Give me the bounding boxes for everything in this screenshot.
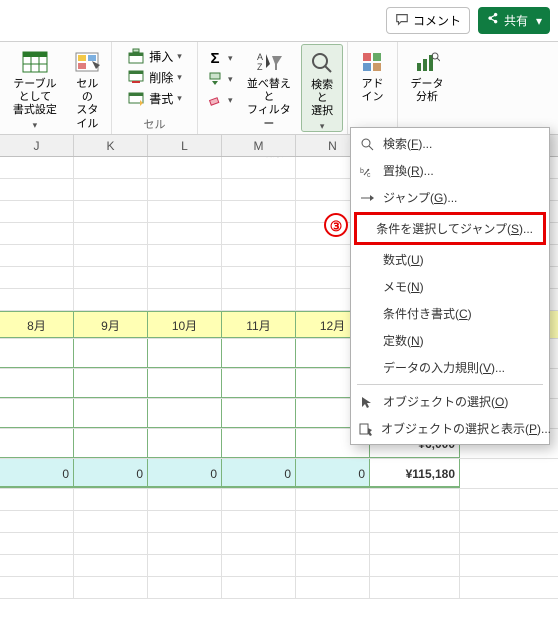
menu-replace[interactable]: bc 置換(R)...	[351, 157, 549, 184]
col-header[interactable]: L	[148, 135, 222, 156]
menu-formulas-label: 数式(U)	[383, 251, 424, 268]
menu-notes[interactable]: メモ(N)	[351, 273, 549, 300]
month-cell[interactable]: 9月	[74, 311, 148, 338]
chevron-down-icon: ▾	[228, 95, 233, 106]
sort-filter-label: 並べ替えと フィルター	[243, 78, 296, 131]
month-cell[interactable]: 11月	[222, 311, 296, 338]
menu-data-validation[interactable]: データの入力規則(V)...	[351, 354, 549, 381]
menu-find[interactable]: 検索(F)...	[351, 130, 549, 157]
cell-styles-label: セルの スタイル	[72, 78, 103, 131]
svg-text:c: c	[367, 172, 371, 178]
format-as-table-button[interactable]: テーブルとして 書式設定 ▾	[4, 44, 66, 130]
magnifier-icon	[359, 136, 375, 152]
sort-filter-button[interactable]: AZ 並べ替えと フィルター ▾	[239, 44, 300, 144]
clear-button[interactable]: ▾	[202, 90, 237, 110]
arrow-right-icon	[359, 190, 375, 206]
chevron-down-icon: ▾	[228, 74, 233, 85]
insert-label: 挿入	[149, 48, 173, 65]
cells-group-label: セル	[144, 116, 166, 134]
find-select-button[interactable]: 検索と 選択 ▾	[301, 44, 343, 132]
cell-styles-button[interactable]: セルの スタイル ▾	[68, 44, 107, 144]
chevron-down-icon: ▾	[177, 51, 182, 62]
autosum-button[interactable]: Σ ▾	[202, 48, 237, 68]
eraser-icon	[206, 91, 224, 109]
menu-goto-special[interactable]: 条件を選択してジャンプ(S)...	[354, 212, 546, 245]
data-analysis-label: データ 分析	[411, 78, 444, 104]
comment-icon	[395, 12, 409, 29]
total-cell[interactable]: 0	[148, 459, 222, 488]
share-icon	[486, 12, 500, 29]
delete-label: 削除	[149, 69, 173, 86]
replace-icon: bc	[359, 163, 375, 179]
menu-formulas[interactable]: 数式(U)	[351, 246, 549, 273]
sigma-icon: Σ	[206, 49, 224, 67]
addins-button[interactable]: アド イン	[355, 44, 391, 104]
chevron-down-icon: ▾	[33, 120, 38, 131]
menu-goto-label: ジャンプ(G)...	[383, 189, 457, 206]
chevron-down-icon: ▾	[177, 72, 182, 83]
chevron-down-icon: ▾	[320, 121, 325, 132]
menu-notes-label: メモ(N)	[383, 278, 424, 295]
selection-pane-icon	[359, 421, 373, 437]
menu-select-objects-label: オブジェクトの選択(O)	[383, 393, 508, 410]
grand-total-cell[interactable]: ¥115,180	[370, 459, 460, 488]
format-button[interactable]: 書式 ▾	[123, 88, 186, 108]
delete-icon	[127, 68, 145, 86]
menu-constants[interactable]: 定数(N)	[351, 327, 549, 354]
col-header[interactable]: J	[0, 135, 74, 156]
menu-conditional-label: 条件付き書式(C)	[383, 305, 472, 322]
format-as-table-label: テーブルとして 書式設定	[8, 78, 62, 118]
chevron-down-icon: ▾	[536, 14, 542, 28]
totals-row: 0 0 0 0 0 ¥115,180	[0, 459, 558, 489]
insert-button[interactable]: 挿入 ▾	[123, 46, 186, 66]
total-cell[interactable]: 0	[0, 459, 74, 488]
comments-button[interactable]: コメント	[386, 7, 470, 34]
data-analysis-icon	[413, 48, 441, 76]
addins-label: アド イン	[362, 78, 384, 104]
menu-separator	[357, 384, 543, 385]
menu-validation-label: データの入力規則(V)...	[383, 359, 505, 376]
fill-down-icon	[206, 70, 224, 88]
insert-icon	[127, 47, 145, 65]
share-button[interactable]: 共有 ▾	[478, 7, 550, 34]
menu-find-label: 検索(F)...	[383, 135, 432, 152]
addins-icon	[359, 48, 387, 76]
menu-goto[interactable]: ジャンプ(G)...	[351, 184, 549, 211]
col-header[interactable]: M	[222, 135, 296, 156]
menu-constants-label: 定数(N)	[383, 332, 424, 349]
annotation-marker-3: ③	[324, 213, 348, 237]
col-header[interactable]: K	[74, 135, 148, 156]
comments-label: コメント	[413, 12, 461, 29]
cursor-icon	[359, 394, 375, 410]
format-label: 書式	[149, 90, 173, 107]
total-cell[interactable]: 0	[296, 459, 370, 488]
find-select-menu: 検索(F)... bc 置換(R)... ジャンプ(G)... 条件を選択してジ…	[350, 127, 550, 445]
cell-styles-icon	[73, 48, 101, 76]
month-cell[interactable]: 8月	[0, 311, 74, 338]
month-cell[interactable]: 10月	[148, 311, 222, 338]
total-cell[interactable]: 0	[74, 459, 148, 488]
menu-select-objects[interactable]: オブジェクトの選択(O)	[351, 388, 549, 415]
share-label: 共有	[504, 12, 528, 29]
menu-conditional-formatting[interactable]: 条件付き書式(C)	[351, 300, 549, 327]
svg-text:A: A	[257, 52, 263, 62]
chevron-down-icon: ▾	[177, 93, 182, 104]
svg-text:Z: Z	[257, 62, 263, 72]
format-icon	[127, 89, 145, 107]
data-analysis-button[interactable]: データ 分析	[407, 44, 448, 104]
fill-button[interactable]: ▾	[202, 69, 237, 89]
delete-button[interactable]: 削除 ▾	[123, 67, 186, 87]
chevron-down-icon: ▾	[228, 53, 233, 64]
menu-selection-pane-label: オブジェクトの選択と表示(P)...	[381, 420, 551, 437]
menu-replace-label: 置換(R)...	[383, 162, 434, 179]
menu-goto-special-label: 条件を選択してジャンプ(S)...	[376, 220, 533, 237]
svg-text:b: b	[360, 168, 364, 175]
total-cell[interactable]: 0	[222, 459, 296, 488]
menu-selection-pane[interactable]: オブジェクトの選択と表示(P)...	[351, 415, 549, 442]
sort-filter-icon: AZ	[255, 48, 283, 76]
find-select-label: 検索と 選択	[306, 79, 338, 119]
magnifier-icon	[308, 49, 336, 77]
table-icon	[21, 48, 49, 76]
